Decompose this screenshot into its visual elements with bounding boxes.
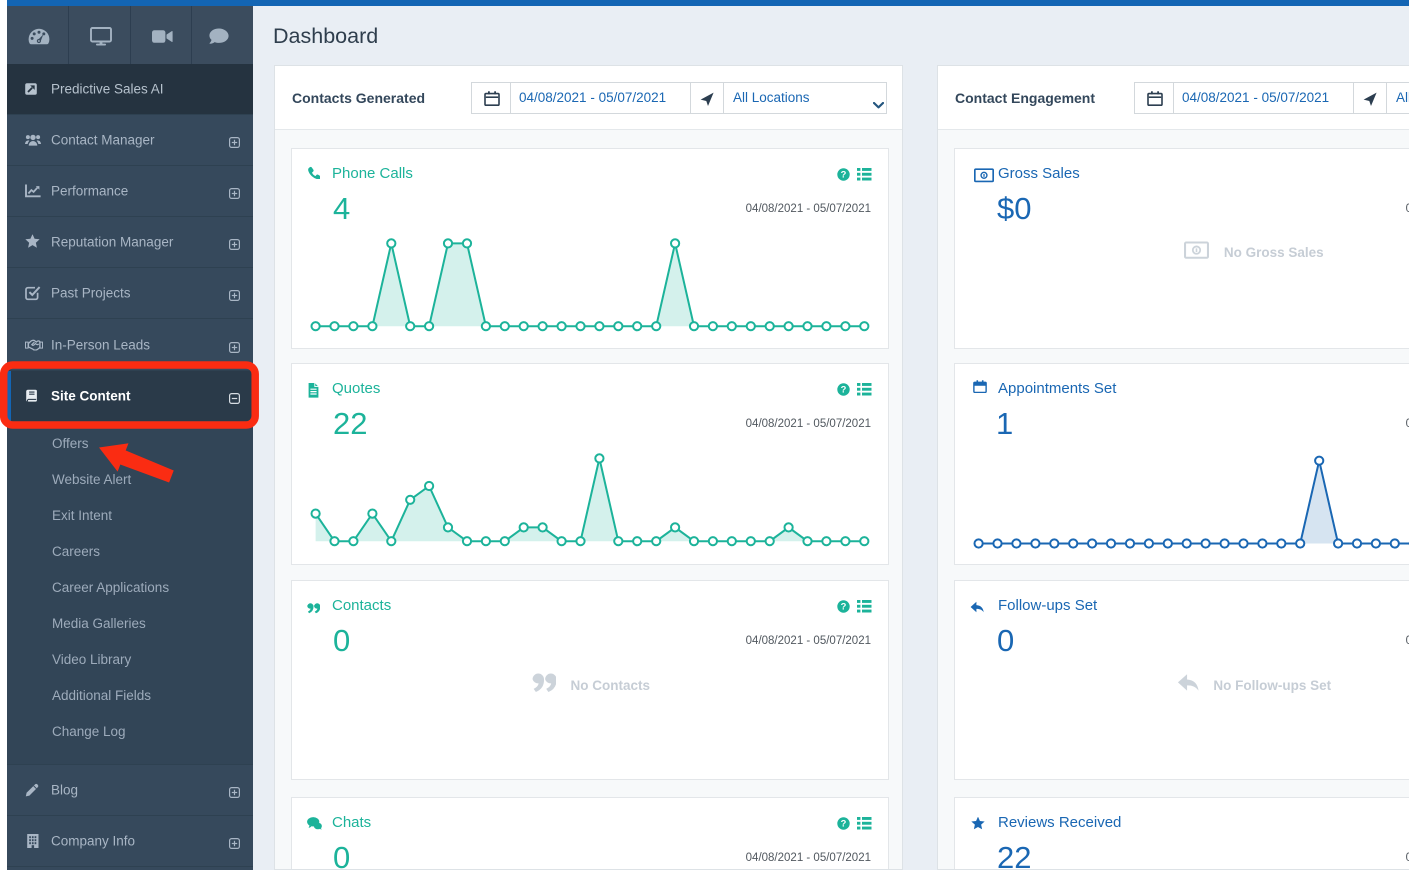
svg-text:?: ? (841, 600, 847, 611)
svg-text:?: ? (841, 817, 847, 828)
